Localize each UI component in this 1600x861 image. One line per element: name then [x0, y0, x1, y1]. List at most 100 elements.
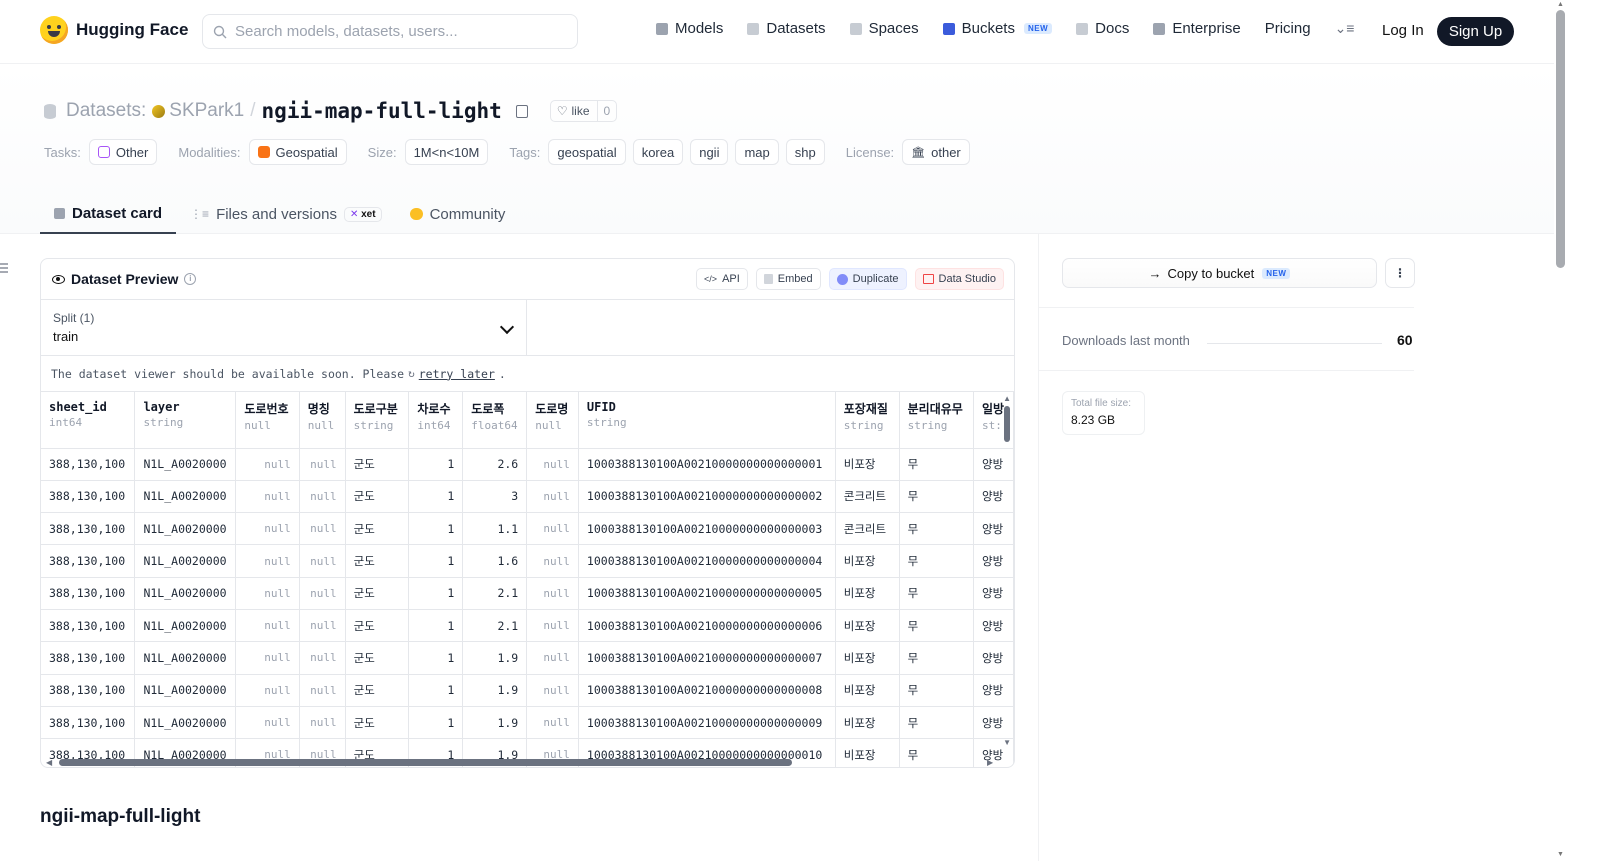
scroll-right-icon[interactable]: ▶	[987, 758, 993, 767]
table-row[interactable]: 388,130,100 N1L_A0020000 null null 군도 1 2.6 nul…	[41, 448, 1014, 481]
sidebar-toggle-icon[interactable]	[0, 263, 8, 273]
tag-geospatial[interactable]: geospatial	[548, 139, 626, 165]
column-header[interactable]: 도로폭 float64	[462, 392, 528, 449]
table-row[interactable]: 388,130,100 N1L_A0020000 null null 군도 1 1.1 nul…	[41, 512, 1014, 546]
repo-owner-link[interactable]: SKPark1	[152, 100, 244, 122]
table-cell: null	[299, 544, 346, 578]
geospatial-icon	[257, 146, 270, 158]
file-size-box: Total file size: 8.23 GB	[1062, 391, 1145, 435]
page-scroll-up-icon[interactable]: ▲	[1557, 1, 1564, 8]
tab-community[interactable]: Community	[396, 194, 520, 234]
divider	[1038, 307, 1414, 308]
table-cell: 1000388130100A00210000000000000002	[578, 480, 836, 514]
tag-license[interactable]: 🏛 other	[902, 139, 970, 165]
tag-text: korea	[641, 144, 675, 160]
column-header[interactable]: 도로구분 string	[345, 392, 410, 449]
data-studio-button[interactable]: Data Studio	[914, 268, 1004, 290]
copy-icon[interactable]	[515, 104, 528, 118]
table-cell: N1L_A0020000	[134, 609, 237, 643]
table-cell: 388,130,100	[41, 480, 136, 514]
scroll-up-icon[interactable]: ▲	[1003, 394, 1011, 403]
tab-dataset-card[interactable]: Dataset card	[40, 194, 177, 234]
signup-button[interactable]: Sign Up	[1437, 17, 1514, 46]
table-row[interactable]: 388,130,100 N1L_A0020000 null null 군도 1 1.6 nul…	[41, 544, 1014, 578]
table-row[interactable]: 388,130,100 N1L_A0020000 null null 군도 1 2.1 nul…	[41, 609, 1014, 643]
bucket-label: Copy to bucket	[1167, 265, 1255, 281]
more-menu-icon[interactable]: ⌄≡	[1335, 20, 1355, 37]
table-cell: null	[526, 609, 579, 643]
table-row[interactable]: 388,130,100 N1L_A0020000 null null 군도 1 1.9 nul…	[41, 641, 1014, 675]
table-row[interactable]: 388,130,100 N1L_A0020000 null null 군도 1 2.1 nul…	[41, 577, 1014, 610]
column-header[interactable]: sheet_id int64	[41, 392, 136, 449]
code-icon: </>	[704, 274, 718, 284]
tag-modality-geospatial[interactable]: Geospatial	[248, 139, 347, 165]
breadcrumb-separator: /	[250, 100, 256, 121]
repo-name[interactable]: ngii-map-full-light	[262, 99, 502, 123]
column-type: int64	[49, 416, 83, 429]
retry-link[interactable]: retry later	[419, 367, 495, 381]
repo-tabs: Dataset card ⋮≡ Files and versions ✕ xet…	[40, 194, 519, 234]
models-icon	[656, 22, 668, 35]
column-header[interactable]: 분리대유무 string	[899, 392, 974, 449]
search-input[interactable]	[235, 23, 555, 40]
tag-task-other[interactable]: Other	[88, 139, 158, 165]
search-box[interactable]	[202, 14, 578, 49]
nav-item-docs[interactable]: Docs	[1076, 20, 1129, 37]
column-name: sheet_id	[49, 400, 107, 414]
tag-text: other	[931, 144, 961, 160]
page-scrollbar-thumb[interactable]	[1556, 10, 1565, 268]
api-button[interactable]: </> API	[696, 268, 748, 290]
copy-to-bucket-button[interactable]: → Copy to bucket NEW	[1062, 258, 1377, 288]
embed-button[interactable]: Embed	[755, 268, 821, 290]
database-icon	[44, 103, 56, 119]
tag-size[interactable]: 1M<n<10M	[404, 139, 489, 165]
tab-files-and-versions[interactable]: ⋮≡ Files and versions ✕ xet	[176, 194, 396, 234]
logo-text: Hugging Face	[76, 20, 189, 39]
tag-shp[interactable]: shp	[785, 139, 825, 165]
column-header[interactable]: 도로번호 null	[235, 392, 300, 449]
tab-label: Files and versions	[216, 205, 337, 223]
community-icon	[409, 208, 423, 220]
column-name: 도로폭	[471, 402, 505, 416]
like-button[interactable]: ♡ like 0	[549, 100, 618, 122]
page-scroll-down-icon[interactable]: ▼	[1557, 851, 1564, 858]
column-header[interactable]: 포장재질 string	[835, 392, 900, 449]
horizontal-scrollbar[interactable]	[59, 759, 792, 766]
tag-map[interactable]: map	[735, 139, 779, 165]
vertical-scrollbar[interactable]	[1004, 406, 1010, 442]
scroll-down-icon[interactable]: ▼	[1003, 738, 1011, 747]
duplicate-button[interactable]: Duplicate	[828, 268, 907, 290]
column-header[interactable]: 도로명 null	[526, 392, 579, 449]
split-select[interactable]: Split (1) train	[41, 300, 527, 355]
more-options-button[interactable]: ⋮	[1385, 258, 1415, 288]
nav-item-datasets[interactable]: Datasets	[747, 20, 826, 37]
table-row[interactable]: 388,130,100 N1L_A0020000 null null 군도 1 1.9 nul…	[41, 706, 1014, 740]
new-badge: NEW	[1023, 23, 1053, 34]
column-header[interactable]: 차로수 int64	[408, 392, 464, 449]
downloads-sparkline	[1207, 343, 1382, 344]
column-type: null	[244, 419, 271, 432]
tag-korea[interactable]: korea	[632, 139, 684, 165]
login-link[interactable]: Log In	[1382, 22, 1424, 39]
nav-item-buckets[interactable]: Buckets NEW	[942, 20, 1053, 37]
nav-item-models[interactable]: Models	[656, 20, 723, 37]
preview-table-container[interactable]: sheet_id int64 layer string 도로번호 null 명칭 null 도로…	[41, 392, 1014, 767]
nav-item-spaces[interactable]: Spaces	[849, 20, 919, 37]
table-cell: 388,130,100	[41, 609, 136, 643]
nav-item-enterprise[interactable]: Enterprise	[1153, 20, 1241, 37]
column-header[interactable]: UFID string	[578, 392, 836, 449]
logo[interactable]: Hugging Face	[40, 16, 188, 44]
table-cell: null	[299, 641, 346, 675]
info-icon[interactable]: i	[184, 273, 197, 285]
table-row[interactable]: 388,130,100 N1L_A0020000 null null 군도 1 3 null 1…	[41, 480, 1014, 514]
table-row[interactable]: 388,130,100 N1L_A0020000 null null 군도 1 1.9 nul…	[41, 674, 1014, 707]
table-cell: 1	[408, 512, 464, 546]
scroll-left-icon[interactable]: ◀	[46, 758, 52, 767]
file-size-label: Total file size:	[1071, 398, 1132, 409]
notice-text: The dataset viewer should be available s…	[51, 366, 405, 381]
tag-ngii[interactable]: ngii	[690, 139, 729, 165]
nav-item-pricing[interactable]: Pricing	[1265, 20, 1311, 37]
size-label: Size:	[367, 144, 397, 160]
column-header[interactable]: 명칭 null	[299, 392, 346, 449]
column-header[interactable]: layer string	[134, 392, 237, 449]
